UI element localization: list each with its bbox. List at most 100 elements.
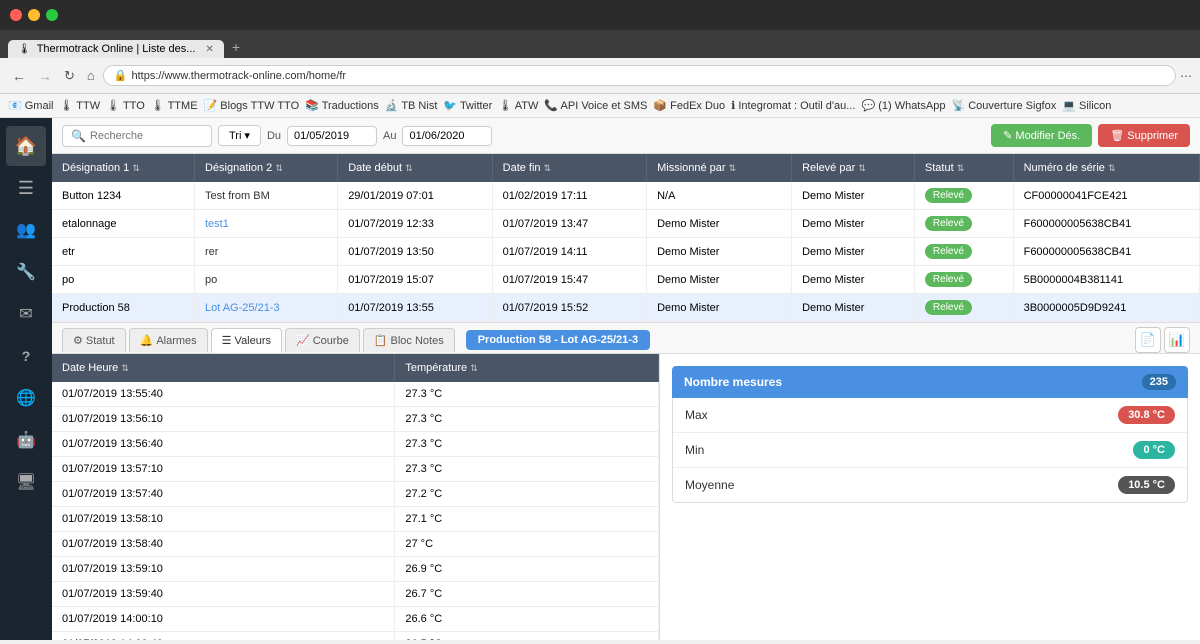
col-serial[interactable]: Numéro de série ⇅	[1013, 154, 1199, 182]
sidebar-item-mail[interactable]: ✉	[6, 294, 46, 334]
sidebar-item-robot[interactable]: 🤖	[6, 420, 46, 460]
back-btn[interactable]: ←	[8, 66, 30, 86]
bookmark-integromat[interactable]: ℹ Integromat : Outil d'au...	[731, 99, 855, 112]
data-table-row[interactable]: 01/07/2019 13:55:40 27.3 °C	[52, 382, 659, 407]
data-table-row[interactable]: 01/07/2019 13:57:40 27.2 °C	[52, 482, 659, 507]
col-date-debut[interactable]: Date début ⇅	[338, 154, 492, 182]
forward-btn[interactable]: →	[34, 66, 56, 86]
col-des1[interactable]: Désignation 1 ⇅	[52, 154, 194, 182]
data-table-container: Date Heure ⇅ Température ⇅ 01/07/2019 13…	[52, 354, 660, 640]
tab-close-icon[interactable]: ✕	[205, 44, 213, 55]
col-des2[interactable]: Désignation 2 ⇅	[194, 154, 337, 182]
new-tab-btn[interactable]: +	[224, 36, 248, 58]
bookmark-atw[interactable]: 🌡 ATW	[498, 99, 538, 112]
tab-blocnotes[interactable]: 📋 Bloc Notes	[363, 328, 455, 352]
cell-des2: rer	[194, 238, 337, 266]
data-table-row[interactable]: 01/07/2019 13:58:40 27 °C	[52, 532, 659, 557]
browser-close-btn[interactable]	[10, 9, 22, 21]
tab-valeurs[interactable]: ☰ Valeurs	[211, 328, 282, 353]
main-table-row[interactable]: etr rer 01/07/2019 13:50 01/07/2019 14:1…	[52, 238, 1200, 266]
cell-temp: 26.9 °C	[395, 557, 659, 582]
extensions-btn[interactable]: ⋯	[1180, 69, 1192, 83]
reload-btn[interactable]: ↻	[60, 66, 79, 86]
sidebar-item-settings[interactable]: 🔧	[6, 252, 46, 292]
stat-min-value: 0 °C	[1133, 441, 1175, 459]
cell-date-debut: 01/07/2019 15:07	[338, 266, 492, 294]
bookmark-traductions[interactable]: 📚 Traductions	[305, 99, 379, 112]
main-content: 🔍 Tri ▾ Du Au ✎ Modifier Dés. 🗑 Supprime…	[52, 118, 1200, 640]
data-table-row[interactable]: 01/07/2019 13:59:40 26.7 °C	[52, 582, 659, 607]
bookmark-ttme[interactable]: 🌡 TTME	[151, 99, 198, 112]
tab-courbe[interactable]: 📈 Courbe	[285, 328, 360, 352]
home-nav-btn[interactable]: ⌂	[83, 66, 99, 85]
browser-min-btn[interactable]	[28, 9, 40, 21]
date-from-input[interactable]	[287, 126, 377, 146]
data-table-row[interactable]: 01/07/2019 13:57:10 27.3 °C	[52, 457, 659, 482]
bookmark-sigfox[interactable]: 📡 Couverture Sigfox	[951, 99, 1056, 112]
browser-tab[interactable]: 🌡 Thermotrack Online | Liste des... ✕	[8, 40, 224, 58]
cell-serial: CF00000041FCE421	[1013, 182, 1199, 210]
cell-serial: 3B0000005D9D9241	[1013, 294, 1199, 322]
lock-icon: 🔒	[114, 69, 128, 82]
sort-btn[interactable]: Tri ▾	[218, 125, 261, 146]
stats-title: Nombre mesures	[684, 375, 782, 389]
export-csv-btn[interactable]: 📊	[1164, 327, 1190, 353]
sidebar-item-people[interactable]: 👥	[6, 210, 46, 250]
sidebar-item-help[interactable]: ?	[6, 336, 46, 376]
cell-date-heure: 01/07/2019 14:00:10	[52, 607, 395, 632]
browser-max-btn[interactable]	[46, 9, 58, 21]
data-table-row[interactable]: 01/07/2019 14:00:10 26.6 °C	[52, 607, 659, 632]
cell-mission: Demo Mister	[647, 238, 792, 266]
date-to-input[interactable]	[402, 126, 492, 146]
data-table-row[interactable]: 01/07/2019 13:56:10 27.3 °C	[52, 407, 659, 432]
data-table-row[interactable]: 01/07/2019 13:56:40 27.3 °C	[52, 432, 659, 457]
cell-date-heure: 01/07/2019 13:59:40	[52, 582, 395, 607]
bookmark-gmail[interactable]: 📧 Gmail	[8, 99, 53, 112]
col-mission[interactable]: Missionné par ⇅	[647, 154, 792, 182]
bookmark-tto[interactable]: 🌡 TTO	[106, 99, 145, 112]
url-bar[interactable]: 🔒 https://www.thermotrack-online.com/hom…	[103, 65, 1176, 86]
col-date-heure[interactable]: Date Heure ⇅	[52, 354, 395, 382]
col-date-fin[interactable]: Date fin ⇅	[492, 154, 646, 182]
sidebar-item-home[interactable]: 🏠	[6, 126, 46, 166]
bookmark-fedex[interactable]: 📦 FedEx Duo	[653, 99, 725, 112]
bookmark-whatsapp[interactable]: 💬 (1) WhatsApp	[861, 99, 945, 112]
url-text: https://www.thermotrack-online.com/home/…	[131, 70, 346, 82]
main-table-row[interactable]: etalonnage test1 01/07/2019 12:33 01/07/…	[52, 210, 1200, 238]
cell-date-debut: 01/07/2019 13:50	[338, 238, 492, 266]
col-temperature[interactable]: Température ⇅	[395, 354, 659, 382]
data-table-row[interactable]: 01/07/2019 13:58:10 27.1 °C	[52, 507, 659, 532]
tab-alarmes[interactable]: 🔔 Alarmes	[129, 328, 208, 352]
delete-btn[interactable]: 🗑 Supprimer	[1098, 124, 1190, 147]
main-table-row[interactable]: Production 58 Lot AG-25/21-3 01/07/2019 …	[52, 294, 1200, 322]
cell-date-heure: 01/07/2019 13:59:10	[52, 557, 395, 582]
main-table-row[interactable]: Button 1234 Test from BM 29/01/2019 07:0…	[52, 182, 1200, 210]
bookmark-twitter[interactable]: 🐦 Twitter	[443, 99, 492, 112]
search-input[interactable]	[90, 130, 200, 142]
bookmark-ttw[interactable]: 🌡 TTW	[59, 99, 100, 112]
bookmark-blogs[interactable]: 📝 Blogs TTW TTO	[204, 99, 300, 112]
col-statut[interactable]: Statut ⇅	[914, 154, 1013, 182]
cell-des2: po	[194, 266, 337, 294]
cell-temp: 26.6 °C	[395, 607, 659, 632]
cell-releve: Demo Mister	[792, 238, 915, 266]
modify-btn[interactable]: ✎ Modifier Dés.	[991, 124, 1092, 147]
sidebar-item-translate[interactable]: 🌐	[6, 378, 46, 418]
sidebar-item-monitor[interactable]: 🖥	[6, 462, 46, 502]
search-box[interactable]: 🔍	[62, 125, 212, 147]
cell-mission: Demo Mister	[647, 210, 792, 238]
tab-statut[interactable]: ⚙ Statut	[62, 328, 126, 352]
data-table-row[interactable]: 01/07/2019 14:00:40 26.5 °C	[52, 632, 659, 641]
col-releve[interactable]: Relevé par ⇅	[792, 154, 915, 182]
main-table-row[interactable]: po po 01/07/2019 15:07 01/07/2019 15:47 …	[52, 266, 1200, 294]
sidebar-item-list[interactable]: ☰	[6, 168, 46, 208]
export-pdf-btn[interactable]: 📄	[1135, 327, 1161, 353]
data-table-row[interactable]: 01/07/2019 13:59:10 26.9 °C	[52, 557, 659, 582]
cell-statut: Relevé	[914, 182, 1013, 210]
bookmark-tbnist[interactable]: 🔬 TB Nist	[385, 99, 438, 112]
bookmark-api[interactable]: 📞 API Voice et SMS	[544, 99, 647, 112]
sort-label: Tri	[229, 130, 241, 142]
cell-date-fin: 01/07/2019 15:47	[492, 266, 646, 294]
bookmark-silicon[interactable]: 💻 Silicon	[1062, 99, 1111, 112]
stat-row-min: Min 0 °C	[673, 433, 1187, 468]
